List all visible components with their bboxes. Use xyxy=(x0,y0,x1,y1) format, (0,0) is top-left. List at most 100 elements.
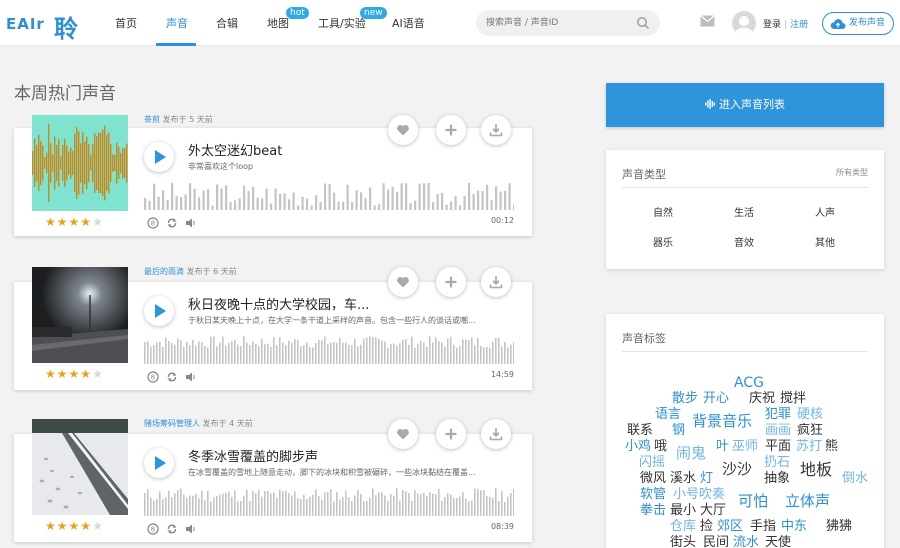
rating-stars[interactable]: ★★★★★ xyxy=(45,367,104,381)
sound-title[interactable]: 秋日夜晚十点的大学校园，车... xyxy=(188,294,369,313)
sound-title[interactable]: 外太空迷幻beat xyxy=(188,140,282,159)
search-box[interactable] xyxy=(476,10,660,36)
tag-link[interactable]: 拳击 xyxy=(640,504,666,517)
type-nature[interactable]: 自然 xyxy=(653,204,673,219)
tag-link[interactable]: 地板 xyxy=(800,462,832,478)
tag-link[interactable]: 庆祝 xyxy=(749,392,775,405)
tag-link[interactable]: 苏打 xyxy=(796,440,822,453)
waveform[interactable] xyxy=(144,486,514,516)
tag-link[interactable]: 闪摇 xyxy=(639,456,665,469)
play-button[interactable] xyxy=(144,448,174,478)
tag-link[interactable]: 郊区 xyxy=(717,520,743,533)
tag-link[interactable]: ACG xyxy=(734,376,764,390)
nav-sounds[interactable]: 声音 xyxy=(166,15,188,31)
star-filled-icon[interactable]: ★ xyxy=(57,519,69,533)
all-types-link[interactable]: 所有类型 xyxy=(836,167,868,178)
tag-link[interactable]: 民间 xyxy=(703,536,729,548)
type-sfx[interactable]: 音效 xyxy=(734,234,754,249)
tag-link[interactable]: 狒狒 xyxy=(826,520,852,533)
nav-ai-voice[interactable]: AI语音 xyxy=(392,15,425,31)
register-link[interactable]: 注册 xyxy=(790,20,808,30)
sound-thumbnail[interactable] xyxy=(32,267,128,363)
tag-link[interactable]: 倒水 xyxy=(842,472,868,485)
star-filled-icon[interactable]: ★ xyxy=(80,215,92,229)
sound-title[interactable]: 冬季冰雪覆盖的脚步声 xyxy=(188,446,318,465)
play-button[interactable] xyxy=(144,142,174,172)
tag-link[interactable]: 可怕 xyxy=(738,494,768,509)
star-empty-icon[interactable]: ★ xyxy=(92,367,104,381)
loop-count-icon[interactable]: 8 xyxy=(147,371,159,383)
star-filled-icon[interactable]: ★ xyxy=(57,215,69,229)
type-instrument[interactable]: 器乐 xyxy=(653,234,673,249)
volume-icon[interactable] xyxy=(185,523,197,535)
star-filled-icon[interactable]: ★ xyxy=(69,367,81,381)
tag-link[interactable]: 灯 xyxy=(700,472,713,485)
volume-icon[interactable] xyxy=(185,217,197,229)
type-other[interactable]: 其他 xyxy=(815,234,835,249)
tag-link[interactable]: 搅拌 xyxy=(780,392,806,405)
tag-link[interactable]: 疯狂 xyxy=(797,424,823,437)
loop-count-icon[interactable]: 8 xyxy=(147,523,159,535)
tag-link[interactable]: 小号吹奏 xyxy=(673,488,725,501)
login-link[interactable]: 登录 xyxy=(763,20,781,30)
star-filled-icon[interactable]: ★ xyxy=(80,367,92,381)
tag-link[interactable]: 中东 xyxy=(781,520,807,533)
star-filled-icon[interactable]: ★ xyxy=(45,519,57,533)
enter-sound-list-button[interactable]: 进入声音列表 xyxy=(606,83,884,127)
tag-link[interactable]: 联系 xyxy=(627,424,653,437)
star-filled-icon[interactable]: ★ xyxy=(69,215,81,229)
tag-link[interactable]: 小鸡 xyxy=(625,440,651,453)
tag-link[interactable]: 闹鬼 xyxy=(676,446,706,461)
star-filled-icon[interactable]: ★ xyxy=(45,367,57,381)
volume-icon[interactable] xyxy=(185,371,197,383)
tag-link[interactable]: 仓库 xyxy=(670,520,696,533)
tag-link[interactable]: 画画 xyxy=(765,424,791,437)
search-icon[interactable] xyxy=(636,16,650,30)
play-button[interactable] xyxy=(144,296,174,326)
tag-link[interactable]: 立体声 xyxy=(785,494,830,509)
star-filled-icon[interactable]: ★ xyxy=(45,215,57,229)
tag-link[interactable]: 天使 xyxy=(765,536,791,548)
tag-link[interactable]: 开心 xyxy=(703,392,729,405)
tag-link[interactable]: 扔石 xyxy=(764,456,790,469)
tag-link[interactable]: 流水 xyxy=(733,536,759,548)
tag-link[interactable]: 犯罪 xyxy=(765,408,791,421)
tag-link[interactable]: 沙沙 xyxy=(722,462,752,477)
add-to-collection-button[interactable] xyxy=(436,115,466,145)
download-button[interactable] xyxy=(481,419,511,449)
star-filled-icon[interactable]: ★ xyxy=(69,519,81,533)
tag-link[interactable]: 软管 xyxy=(640,488,666,501)
star-empty-icon[interactable]: ★ xyxy=(92,519,104,533)
mail-icon[interactable] xyxy=(700,15,715,27)
star-empty-icon[interactable]: ★ xyxy=(92,215,104,229)
like-button[interactable] xyxy=(388,267,418,297)
nav-map[interactable]: 地图 xyxy=(267,15,289,31)
star-filled-icon[interactable]: ★ xyxy=(57,367,69,381)
waveform[interactable] xyxy=(144,334,514,364)
add-to-collection-button[interactable] xyxy=(436,419,466,449)
type-voice[interactable]: 人声 xyxy=(815,204,835,219)
tag-link[interactable]: 捡 xyxy=(700,520,713,533)
avatar[interactable] xyxy=(732,11,756,35)
tag-link[interactable]: 最小 xyxy=(670,504,696,517)
sound-thumbnail[interactable] xyxy=(32,115,128,211)
repeat-icon[interactable] xyxy=(166,217,178,229)
tag-link[interactable]: 溪水 xyxy=(670,472,696,485)
tag-link[interactable]: 手指 xyxy=(750,520,776,533)
repeat-icon[interactable] xyxy=(166,371,178,383)
like-button[interactable] xyxy=(388,419,418,449)
tag-link[interactable]: 叶 xyxy=(716,440,729,453)
rating-stars[interactable]: ★★★★★ xyxy=(45,519,104,533)
tag-link[interactable]: 熊 xyxy=(825,440,838,453)
tag-link[interactable]: 钢 xyxy=(672,424,685,437)
tag-link[interactable]: 散步 xyxy=(672,392,698,405)
author-link[interactable]: 赌场筹码管理人 xyxy=(144,419,200,428)
rating-stars[interactable]: ★★★★★ xyxy=(45,215,104,229)
download-button[interactable] xyxy=(481,267,511,297)
tag-link[interactable]: 平面 xyxy=(765,440,791,453)
star-filled-icon[interactable]: ★ xyxy=(80,519,92,533)
tag-link[interactable]: 背景音乐 xyxy=(692,414,752,429)
nav-collections[interactable]: 合辑 xyxy=(216,15,238,31)
tag-link[interactable]: 大厅 xyxy=(700,504,726,517)
nav-tools[interactable]: 工具/实验 xyxy=(318,15,366,31)
